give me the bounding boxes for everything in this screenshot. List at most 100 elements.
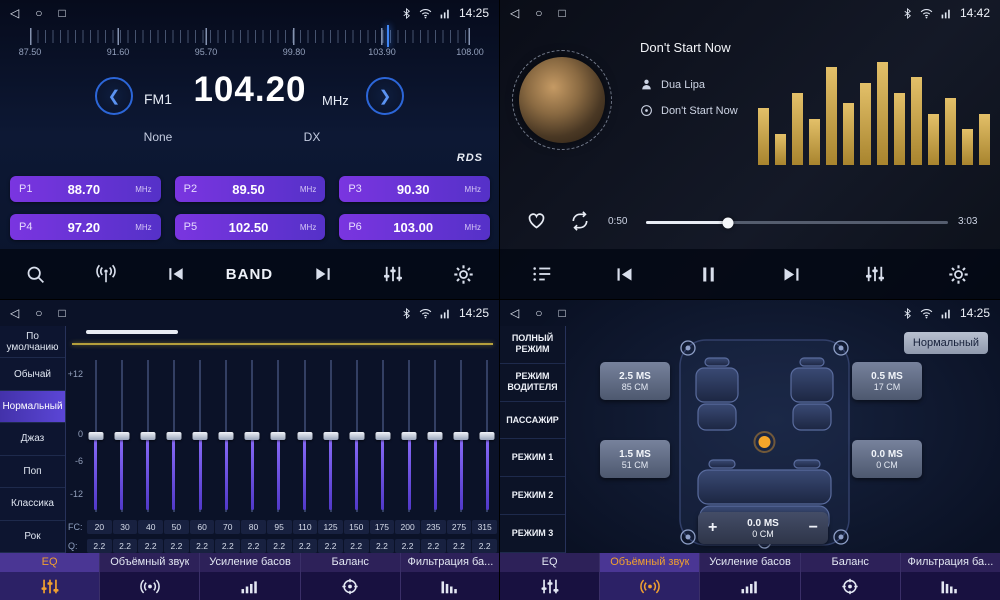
recents-icon[interactable]: □ bbox=[58, 7, 65, 19]
slider-knob[interactable] bbox=[428, 432, 443, 440]
delay-front-left[interactable]: 2.5 MS 85 CM bbox=[600, 362, 670, 400]
eq-band-slider[interactable] bbox=[245, 360, 260, 512]
faders-icon[interactable] bbox=[854, 253, 896, 295]
previous-icon[interactable] bbox=[155, 253, 197, 295]
tune-up-button[interactable]: ❯ bbox=[366, 77, 404, 115]
eq-preset-item[interactable]: По умолчанию bbox=[0, 326, 65, 358]
settings-gear-icon[interactable] bbox=[937, 253, 979, 295]
eq-band-slider[interactable] bbox=[402, 360, 417, 512]
delay-decrease-button[interactable]: − bbox=[809, 520, 818, 536]
back-icon[interactable]: ◁ bbox=[10, 7, 19, 19]
frequency-ruler[interactable]: 87.5091.6095.7099.80103.90108.00 bbox=[30, 30, 470, 43]
slider-knob[interactable] bbox=[245, 432, 260, 440]
home-icon[interactable]: ○ bbox=[535, 307, 542, 319]
tab-filter[interactable]: Фильтрация ба... bbox=[901, 553, 1000, 600]
eq-preset-item[interactable]: Рок bbox=[0, 521, 65, 553]
slider-knob[interactable] bbox=[323, 432, 338, 440]
eq-band-slider[interactable] bbox=[271, 360, 286, 512]
preset-button[interactable]: P1 88.70 MHz bbox=[10, 176, 161, 202]
soundstage-mode-item[interactable]: РЕЖИМ 3 bbox=[500, 515, 565, 553]
slider-knob[interactable] bbox=[454, 432, 469, 440]
recents-icon[interactable]: □ bbox=[58, 307, 65, 319]
eq-band-slider[interactable] bbox=[114, 360, 129, 512]
preset-button[interactable]: P4 97.20 MHz bbox=[10, 214, 161, 240]
eq-band-slider[interactable] bbox=[193, 360, 208, 512]
soundstage-mode-item[interactable]: РЕЖИМ ВОДИТЕЛЯ bbox=[500, 364, 565, 402]
eq-band-slider[interactable] bbox=[480, 360, 495, 512]
slider-knob[interactable] bbox=[219, 432, 234, 440]
delay-increase-button[interactable]: + bbox=[708, 520, 717, 536]
slider-knob[interactable] bbox=[88, 432, 103, 440]
back-icon[interactable]: ◁ bbox=[510, 307, 519, 319]
slider-knob[interactable] bbox=[166, 432, 181, 440]
band-button[interactable]: BAND bbox=[226, 253, 273, 295]
broadcast-button[interactable] bbox=[85, 253, 127, 295]
preset-button[interactable]: P6 103.00 MHz bbox=[339, 214, 490, 240]
slider-knob[interactable] bbox=[271, 432, 286, 440]
tab-balance[interactable]: Баланс bbox=[301, 553, 401, 600]
soundstage-mode-item[interactable]: ПАССАЖИР bbox=[500, 402, 565, 440]
slider-knob[interactable] bbox=[114, 432, 129, 440]
tab-surround-sound[interactable]: Объёмный звук bbox=[100, 553, 200, 600]
tab-filter[interactable]: Фильтрация ба... bbox=[401, 553, 500, 600]
back-icon[interactable]: ◁ bbox=[510, 7, 519, 19]
eq-preset-item[interactable]: Поп bbox=[0, 456, 65, 488]
scan-button[interactable] bbox=[14, 253, 56, 295]
recents-icon[interactable]: □ bbox=[558, 307, 565, 319]
eq-band-slider[interactable] bbox=[88, 360, 103, 512]
delay-front-right[interactable]: 0.5 MS 17 CM bbox=[852, 362, 922, 400]
previous-track-icon[interactable] bbox=[604, 253, 646, 295]
back-icon[interactable]: ◁ bbox=[10, 307, 19, 319]
eq-preset-item[interactable]: Обычай bbox=[0, 358, 65, 390]
slider-knob[interactable] bbox=[402, 432, 417, 440]
next-track-icon[interactable] bbox=[771, 253, 813, 295]
soundstage-mode-item[interactable]: ПОЛНЫЙ РЕЖИМ bbox=[500, 326, 565, 364]
soundstage-mode-item[interactable]: РЕЖИМ 2 bbox=[500, 477, 565, 515]
home-icon[interactable]: ○ bbox=[535, 7, 542, 19]
eq-preset-item[interactable]: Классика bbox=[0, 488, 65, 520]
eq-band-slider[interactable] bbox=[166, 360, 181, 512]
tuning-pointer[interactable] bbox=[387, 25, 389, 47]
eq-band-slider[interactable] bbox=[323, 360, 338, 512]
slider-knob[interactable] bbox=[193, 432, 208, 440]
faders-icon[interactable] bbox=[372, 253, 414, 295]
tab-balance[interactable]: Баланс bbox=[801, 553, 901, 600]
repeat-icon[interactable] bbox=[570, 211, 590, 236]
eq-band-slider[interactable] bbox=[375, 360, 390, 512]
preset-button[interactable]: P2 89.50 MHz bbox=[175, 176, 326, 202]
preset-button[interactable]: P3 90.30 MHz bbox=[339, 176, 490, 202]
slider-knob[interactable] bbox=[297, 432, 312, 440]
eq-band-slider[interactable] bbox=[219, 360, 234, 512]
tab-bass-boost[interactable]: Усиление басов bbox=[700, 553, 800, 600]
eq-band-slider[interactable] bbox=[454, 360, 469, 512]
tab-surround-sound[interactable]: Объёмный звук bbox=[600, 553, 700, 600]
soundstage-mode-item[interactable]: РЕЖИМ 1 bbox=[500, 439, 565, 477]
eq-band-slider[interactable] bbox=[297, 360, 312, 512]
eq-band-slider[interactable] bbox=[428, 360, 443, 512]
pause-icon[interactable] bbox=[687, 253, 729, 295]
preset-button[interactable]: P5 102.50 MHz bbox=[175, 214, 326, 240]
delay-rear-left[interactable]: 1.5 MS 51 CM bbox=[600, 440, 670, 478]
progress-knob[interactable] bbox=[722, 217, 733, 228]
eq-preset-item[interactable]: Нормальный bbox=[0, 391, 65, 423]
recents-icon[interactable]: □ bbox=[558, 7, 565, 19]
playlist-icon[interactable] bbox=[521, 253, 563, 295]
tab-eq[interactable]: EQ bbox=[0, 553, 100, 600]
settings-gear-icon[interactable] bbox=[443, 253, 485, 295]
slider-knob[interactable] bbox=[480, 432, 495, 440]
favorite-heart-icon[interactable] bbox=[526, 210, 547, 236]
tab-eq[interactable]: EQ bbox=[500, 553, 600, 600]
home-icon[interactable]: ○ bbox=[35, 7, 42, 19]
slider-knob[interactable] bbox=[349, 432, 364, 440]
listening-mode-button[interactable]: Нормальный bbox=[904, 332, 988, 354]
eq-band-slider[interactable] bbox=[349, 360, 364, 512]
slider-knob[interactable] bbox=[375, 432, 390, 440]
scroll-indicator[interactable] bbox=[86, 330, 178, 334]
eq-preset-item[interactable]: Джаз bbox=[0, 423, 65, 455]
progress-bar[interactable] bbox=[646, 221, 948, 224]
eq-band-slider[interactable] bbox=[140, 360, 155, 512]
slider-knob[interactable] bbox=[140, 432, 155, 440]
delay-rear-right[interactable]: 0.0 MS 0 CM bbox=[852, 440, 922, 478]
tab-bass-boost[interactable]: Усиление басов bbox=[200, 553, 300, 600]
home-icon[interactable]: ○ bbox=[35, 307, 42, 319]
